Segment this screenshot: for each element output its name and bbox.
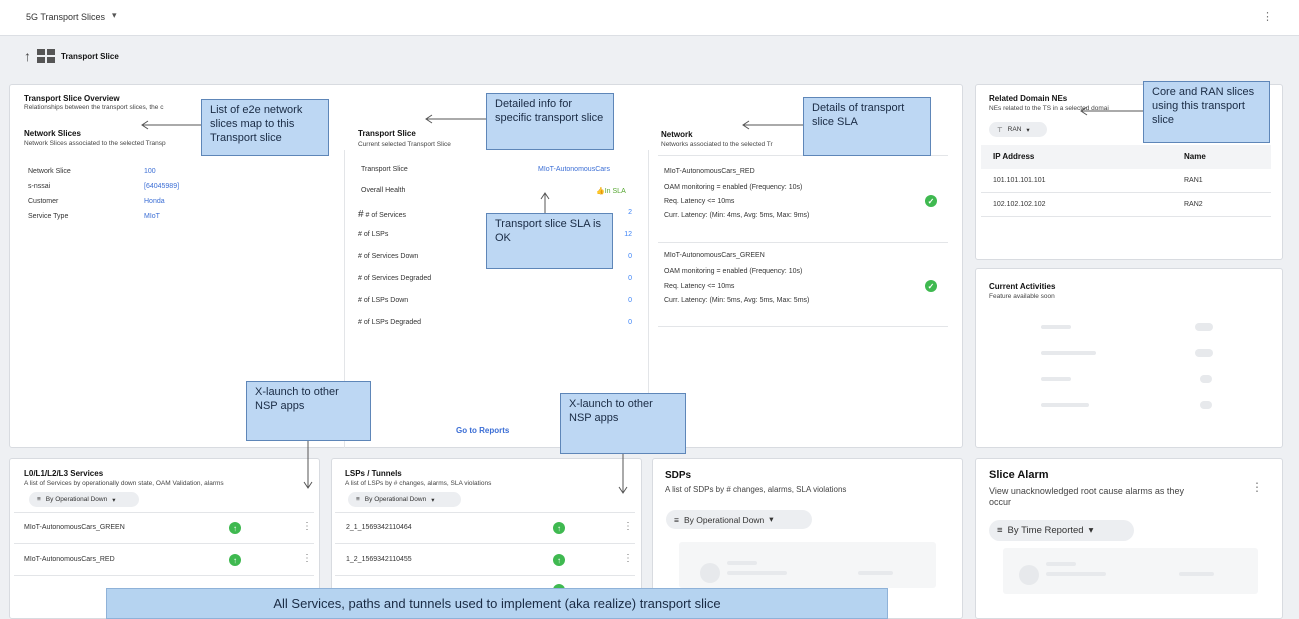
callout-xlaunch-2: X-launch to other NSP apps: [560, 393, 686, 454]
callout-detailed-info: Detailed info for specific transport sli…: [486, 93, 614, 150]
callout-e2e-slices: List of e2e network slices map to this T…: [201, 99, 329, 156]
bottom-banner: All Services, paths and tunnels used to …: [106, 588, 888, 619]
annotation-arrows: [141, 106, 1143, 494]
callout-sla-ok: Transport slice SLA is OK: [486, 213, 613, 269]
callout-core-ran: Core and RAN slices using this transport…: [1143, 81, 1270, 143]
callout-sla-details: Details of transport slice SLA: [803, 97, 931, 156]
callout-xlaunch-1: X-launch to other NSP apps: [246, 381, 371, 441]
